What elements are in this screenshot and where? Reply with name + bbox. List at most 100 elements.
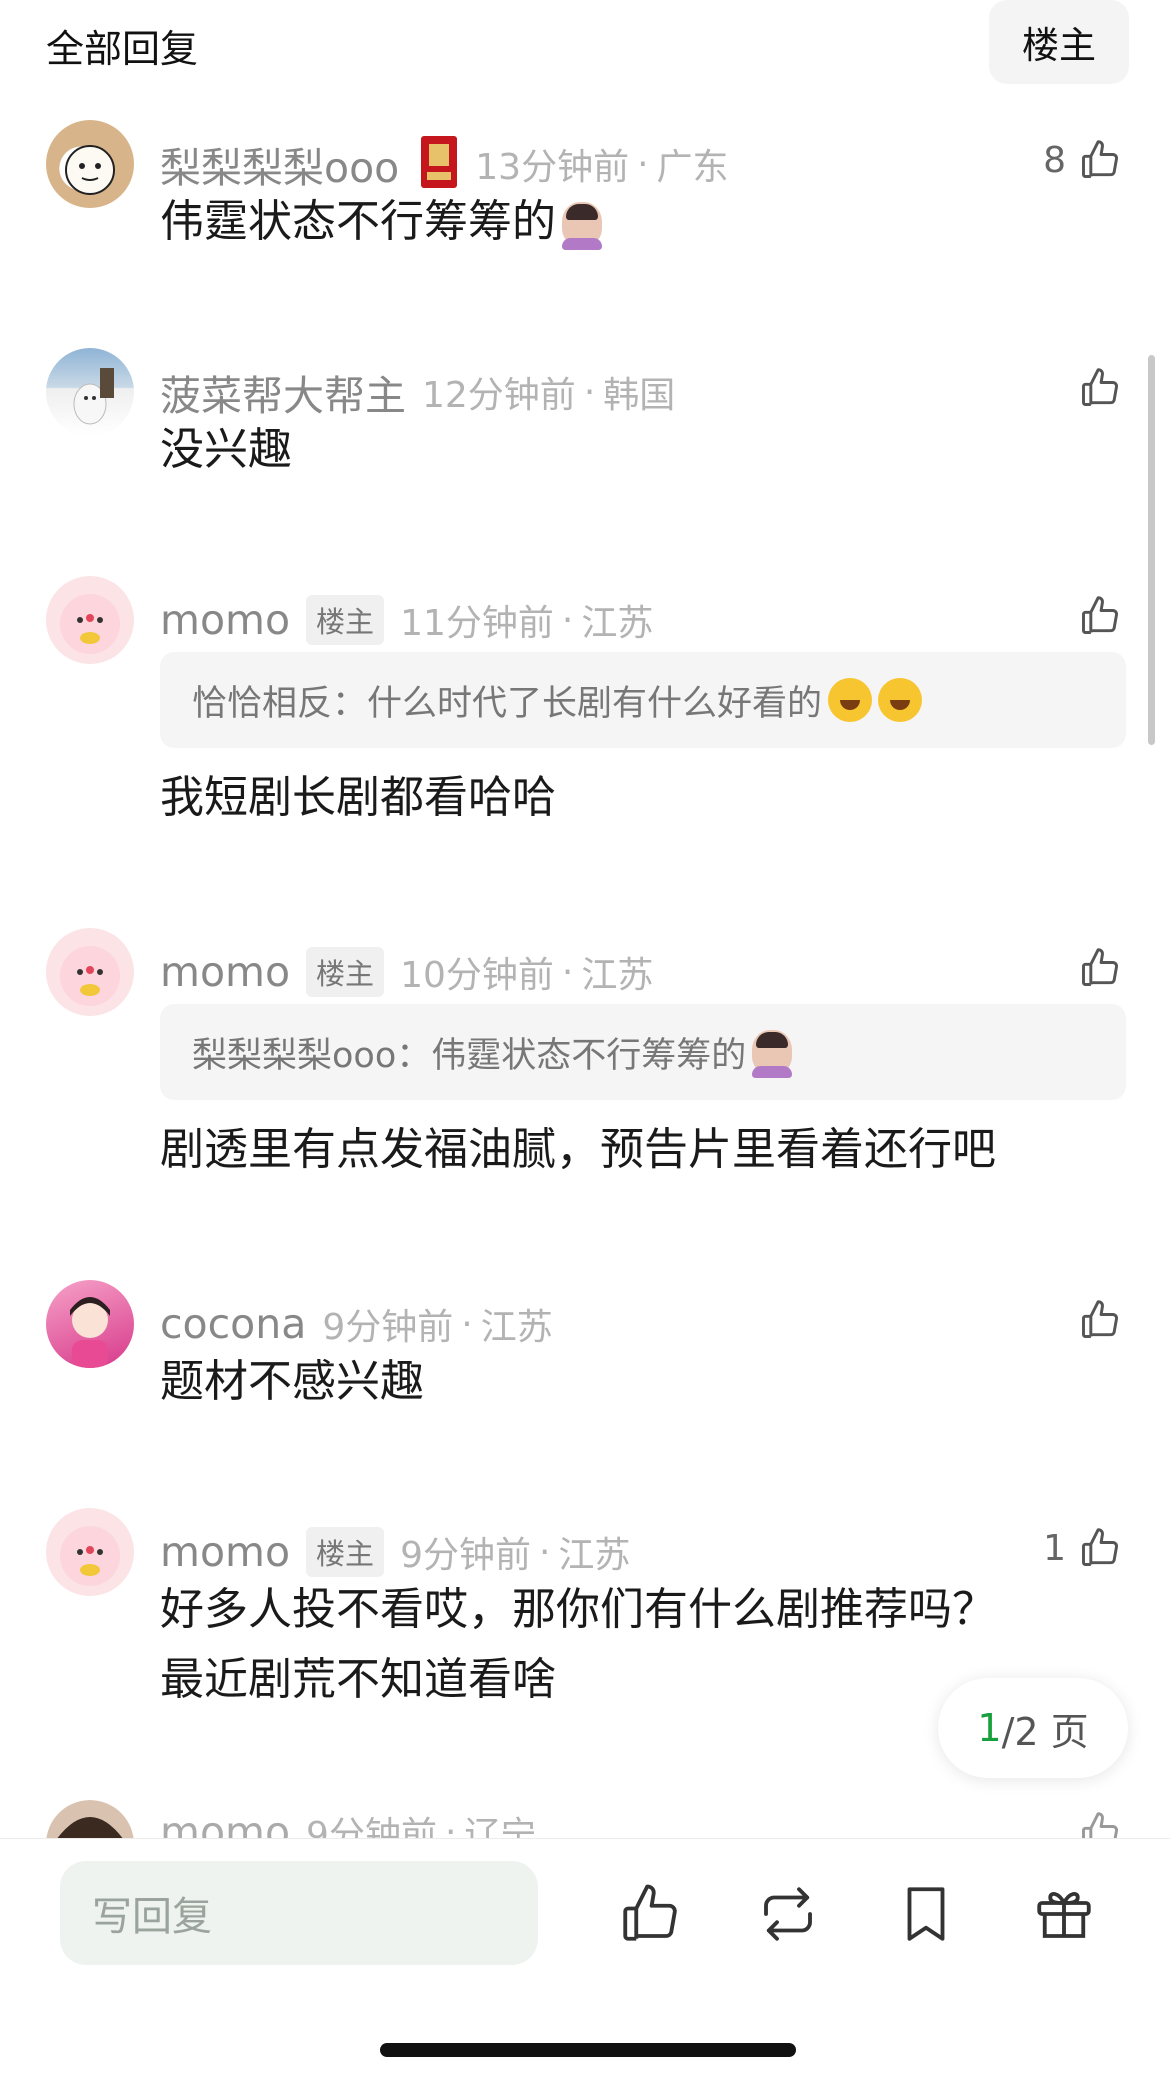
comment-location: 江苏 [558,1535,631,1576]
comment-header: momo 楼主 11分钟前 · 江苏 [160,592,653,648]
avatar-cartoon-icon [65,145,115,195]
comment-time: 12分钟前 [422,375,576,416]
comment-location: 广东 [656,147,729,188]
bookmark-icon [907,1887,945,1941]
page-title: 全部回复 [46,27,199,71]
like-button[interactable]: 1 [1043,1518,1122,1578]
separator-dot: · [583,371,596,413]
like-button[interactable]: 8 [1043,130,1122,190]
comment-time: 9分钟前 [400,1535,531,1576]
like-button[interactable] [1078,1802,1122,1838]
comment-time: 11分钟前 [400,603,554,644]
separator-dot: · [561,951,574,993]
comment-time: 13分钟前 [475,147,630,188]
like-button[interactable] [1078,586,1122,646]
scrollbar[interactable] [1148,355,1155,745]
avatar-photo-icon [70,1297,110,1368]
like-button[interactable] [1078,938,1122,998]
repost-button[interactable] [755,1881,821,1947]
comment-text-line-1: 好多人投不看哎，那你们有什么剧推荐吗？ [160,1584,996,1635]
host-tag: 楼主 [306,947,385,997]
comment-location: 韩国 [603,375,676,416]
thumbs-up-icon [1082,1528,1118,1566]
avatar-photo-icon [73,368,114,425]
comment-location: 江苏 [581,603,654,644]
quoted-reply[interactable]: 梨梨梨梨ooo：伟霆状态不行筹筹的 [160,1004,1126,1100]
reply-input[interactable]: 写回复 [60,1861,538,1965]
current-page: 1 [977,1706,1002,1750]
avatar[interactable] [46,576,134,664]
comment-header: 梨梨梨梨ooo 13分钟前 · 广东 [160,136,729,192]
comment-header: 菠菜帮大帮主 12分钟前 · 韩国 [160,362,676,422]
header: 全部回复 楼主 [0,0,1170,92]
thumbs-up-icon [1082,368,1118,406]
bookmark-button[interactable] [893,1881,959,1947]
comment-text: 我短剧长剧都看哈哈 [160,772,556,823]
page-total: /2 页 [1001,1709,1089,1754]
avatar[interactable] [46,348,134,436]
host-tag: 楼主 [306,595,385,645]
pagination-indicator[interactable]: 1 /2 页 [938,1678,1128,1778]
comment-header: momo 楼主 10分钟前 · 江苏 [160,944,653,1000]
comment-time: 9分钟前 [322,1307,454,1348]
bottom-toolbar: 写回复 [0,1838,1170,2083]
pray-emoji-icon [562,202,602,250]
avatar[interactable] [46,1508,134,1596]
thumbs-up-icon [1082,140,1118,178]
like-button[interactable] [1078,358,1122,418]
comment-item-partial: momo 9分钟前 · 辽宁 [0,1800,1170,1838]
avatar[interactable] [46,120,134,208]
comment-location: 江苏 [480,1307,553,1348]
quoted-reply[interactable]: 恰恰相反：什么时代了长剧有什么好看的 [160,652,1126,748]
home-indicator [380,2043,796,2057]
username[interactable]: momo [160,948,290,996]
host-tag: 楼主 [306,1527,385,1577]
comment-location: 江苏 [581,955,654,996]
pray-emoji-icon [752,1030,793,1078]
comment-time: 9分钟前 [306,1815,437,1838]
avatar-pink-character-icon [60,946,120,1006]
gift-icon [1037,1892,1091,1938]
avatar[interactable] [46,928,134,1016]
separator-dot: · [561,599,574,641]
comment-text: 剧透里有点发福油腻，预告片里看着还行吧 [160,1124,996,1175]
comment-time: 10分钟前 [400,955,554,996]
comment-header: cocona 9分钟前 · 江苏 [160,1296,553,1352]
red-envelope-badge-icon [419,134,459,194]
avatar-pink-character-icon [60,1526,120,1586]
username[interactable]: momo [160,596,290,644]
comment-text-line-2: 最近剧荒不知道看啥 [160,1654,556,1705]
comment-text: 伟霆状态不行筹筹的 [160,194,602,250]
comment-text: 题材不感兴趣 [160,1356,424,1407]
separator-dot: · [637,143,649,185]
separator-dot: · [461,1303,473,1345]
username[interactable]: momo [160,1528,290,1576]
comment-header: momo 楼主 9分钟前 · 江苏 [160,1524,630,1580]
thumbs-up-icon [1082,1300,1118,1338]
like-post-button[interactable] [617,1881,683,1947]
avatar-pink-character-icon [60,594,120,654]
repost-icon [764,1887,812,1941]
separator-dot: · [538,1531,551,1573]
separator-dot: · [444,1811,457,1839]
thumbs-up-icon [1082,1812,1118,1838]
laughing-emoji-icon [878,678,923,722]
username[interactable]: momo [160,1808,290,1838]
avatar[interactable] [46,1280,134,1368]
username[interactable]: 菠菜帮大帮主 [160,362,406,422]
like-count: 8 [1043,139,1066,181]
like-icon [623,1884,677,1941]
like-count: 1 [1043,1527,1066,1569]
comment-header: momo 9分钟前 · 辽宁 [160,1804,536,1838]
gift-button[interactable] [1031,1881,1097,1947]
host-only-filter-button[interactable]: 楼主 [989,0,1129,84]
thumbs-up-icon [1082,596,1118,634]
avatar-photo-icon [46,1800,134,1838]
laughing-emoji-icon [828,678,873,722]
thumbs-up-icon [1082,948,1118,986]
avatar[interactable] [46,1800,134,1838]
comment-text: 没兴趣 [160,424,292,475]
like-button[interactable] [1078,1290,1122,1350]
username[interactable]: 梨梨梨梨ooo [160,134,399,194]
username[interactable]: cocona [160,1300,306,1348]
